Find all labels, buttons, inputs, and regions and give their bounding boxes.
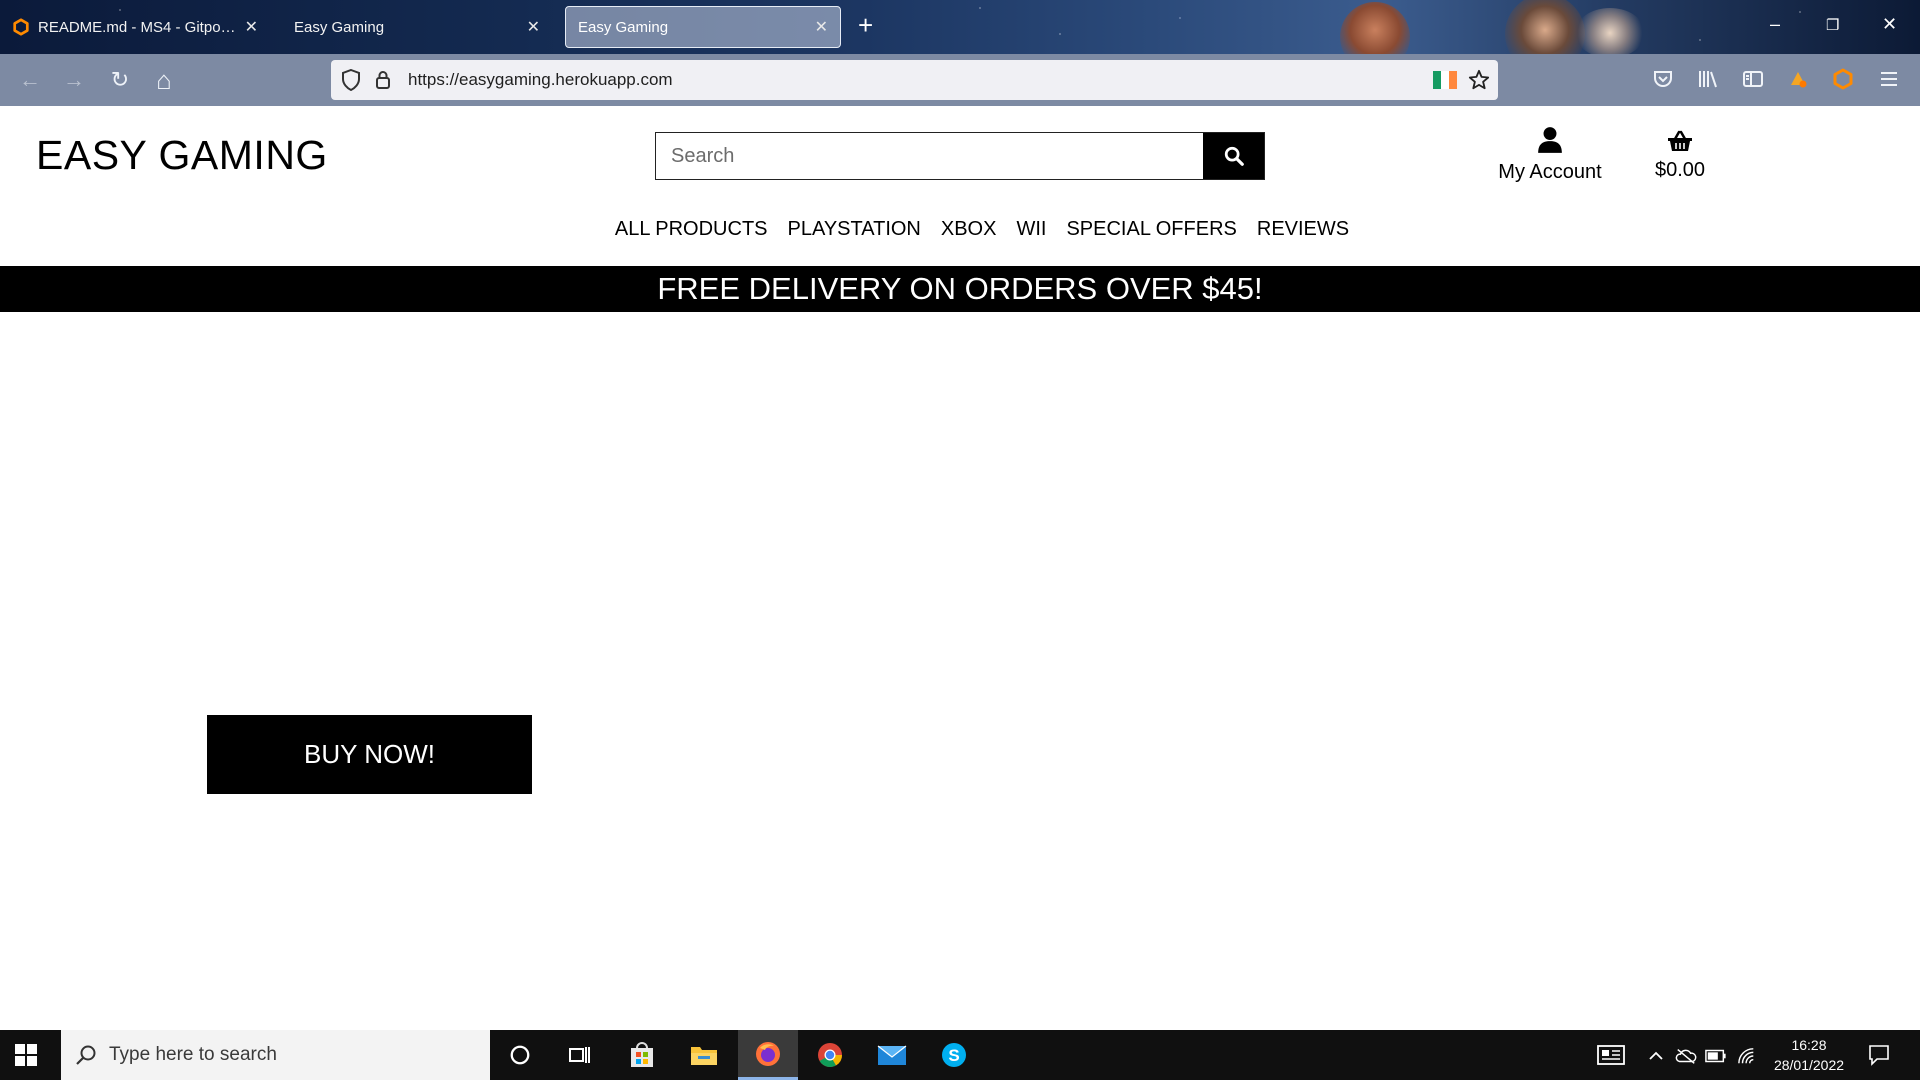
home-button[interactable]: ⌂ [152,67,176,93]
menu-icon[interactable] [1878,68,1900,90]
search-form [655,132,1265,180]
nav-special-offers[interactable]: SPECIAL OFFERS [1066,218,1236,241]
tab-title: README.md - MS4 - Gitpod Co [38,18,237,36]
news-icon[interactable] [1597,1045,1625,1065]
windows-start-icon[interactable] [14,1043,38,1067]
library-icon[interactable] [1697,68,1719,90]
mail-button[interactable] [862,1030,922,1080]
new-tab-button[interactable]: + [858,12,873,38]
onedrive-icon[interactable] [1675,1047,1697,1065]
browser-tab-bar: README.md - MS4 - Gitpod Co ✕ Easy Gamin… [0,0,1920,54]
chrome-icon [818,1043,842,1068]
tab-readme[interactable]: README.md - MS4 - Gitpod Co ✕ [0,6,270,48]
pocket-icon[interactable] [1652,68,1674,90]
ireland-flag-icon[interactable] [1433,71,1457,89]
gitpod-extension-icon[interactable] [1832,68,1854,90]
delivery-banner: FREE DELIVERY ON ORDERS OVER $45! [0,266,1920,312]
task-view-button[interactable] [550,1030,610,1080]
folder-icon [691,1047,717,1065]
cart-link[interactable]: $0.00 [1640,126,1720,182]
firefox-button[interactable] [738,1030,798,1080]
my-account-label: My Account [1498,161,1602,183]
chrome-button[interactable] [800,1030,860,1080]
nav-reviews[interactable]: REVIEWS [1257,218,1349,241]
my-account-link[interactable]: My Account [1490,126,1610,184]
forward-button[interactable]: → [62,68,86,92]
cortana-button[interactable] [490,1030,550,1080]
buy-now-button[interactable]: BUY NOW! [207,715,532,794]
gitpod-icon [13,18,29,36]
search-button[interactable] [1203,133,1264,179]
minimize-button[interactable]: – [1770,14,1780,35]
close-window-button[interactable]: ✕ [1882,14,1897,35]
back-button[interactable]: ← [18,68,42,92]
theme-art [1505,0,1585,54]
windows-taskbar: Type here to search S 16:28 28/01/2022 [0,1030,1920,1080]
nav-xbox[interactable]: XBOX [941,218,997,241]
reload-button[interactable]: ↻ [108,68,132,92]
tab-title: Easy Gaming [294,18,385,36]
system-clock[interactable]: 16:28 28/01/2022 [1754,1035,1864,1075]
taskbar-search-placeholder: Type here to search [109,1044,277,1065]
clock-time: 16:28 [1791,1037,1827,1053]
url-text: https://easygaming.herokuapp.com [408,70,673,89]
cortana-icon [510,1045,530,1065]
cart-total: $0.00 [1654,159,1706,181]
store-button[interactable] [612,1030,672,1080]
skype-icon: S [942,1043,966,1067]
lock-icon[interactable] [375,70,391,90]
web-page: EASY GAMING My Account $0.00 ALL PRODUCT… [0,106,1920,1030]
search-input[interactable] [656,133,1203,179]
task-view-icon [569,1047,590,1063]
theme-art [1575,8,1645,54]
tab-title: Easy Gaming [578,18,669,36]
shield-icon[interactable] [341,69,361,91]
file-explorer-button[interactable] [674,1030,734,1080]
notifications-icon[interactable] [1868,1044,1890,1066]
extension-icon[interactable] [1787,68,1809,90]
address-bar[interactable]: https://easygaming.herokuapp.com [331,60,1498,100]
close-icon[interactable]: ✕ [527,17,540,37]
close-icon[interactable]: ✕ [815,17,828,37]
nav-wii[interactable]: WII [1016,218,1046,241]
store-icon [631,1042,653,1067]
browser-toolbar: ← → ↻ ⌂ https://easygaming.herokuapp.com [0,54,1920,106]
chevron-up-icon[interactable] [1648,1048,1664,1064]
user-icon [1538,127,1562,153]
star-icon[interactable] [1468,69,1490,91]
battery-icon[interactable] [1705,1049,1727,1063]
tab-easy-gaming-active[interactable]: Easy Gaming ✕ [565,6,841,48]
skype-button[interactable]: S [924,1030,984,1080]
clock-date: 28/01/2022 [1773,1057,1845,1073]
main-navigation: ALL PRODUCTS PLAYSTATION XBOX WII SPECIA… [0,218,1920,241]
restore-button[interactable]: ❐ [1826,16,1839,34]
search-icon [1224,146,1244,166]
svg-text:S: S [948,1046,959,1065]
mail-icon [877,1045,907,1065]
nav-all-products[interactable]: ALL PRODUCTS [615,218,768,241]
site-logo[interactable]: EASY GAMING [36,132,328,179]
basket-icon [1668,130,1692,151]
nav-playstation[interactable]: PLAYSTATION [788,218,921,241]
taskbar-search-box[interactable]: Type here to search [61,1030,490,1080]
close-icon[interactable]: ✕ [245,17,258,37]
tab-easy-gaming[interactable]: Easy Gaming ✕ [282,6,552,48]
search-icon [76,1045,96,1065]
firefox-icon [756,1041,780,1066]
sidebar-icon[interactable] [1742,68,1764,90]
